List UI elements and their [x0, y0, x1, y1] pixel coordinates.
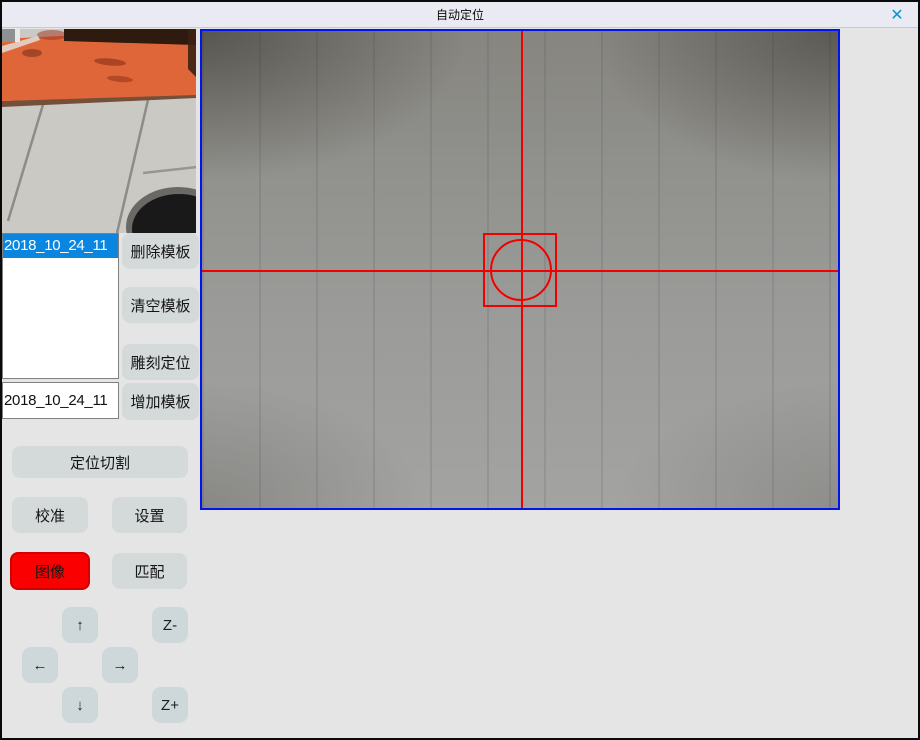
clear-template-button[interactable]: 清空模板 [122, 287, 199, 323]
template-name-input[interactable] [2, 382, 119, 419]
auto-position-dialog: 自动定位 ✕ 2018_10_24_11 删除模板 清空模板 雕 [0, 0, 920, 740]
delete-template-button[interactable]: 删除模板 [122, 233, 199, 269]
jog-z-plus-button[interactable]: Z+ [152, 687, 188, 723]
engrave-position-button[interactable]: 雕刻定位 [122, 344, 199, 380]
match-button[interactable]: 匹配 [112, 553, 187, 589]
image-button-active[interactable]: 图像 [10, 552, 90, 590]
add-template-button[interactable]: 增加模板 [122, 383, 199, 420]
close-icon[interactable]: ✕ [886, 5, 908, 27]
template-list: 2018_10_24_11 [2, 233, 119, 379]
camera-view[interactable] [200, 29, 840, 510]
calibrate-button[interactable]: 校准 [12, 497, 88, 533]
title-bar: 自动定位 ✕ [2, 2, 918, 28]
jog-down-button[interactable]: ↓ [62, 687, 98, 723]
jog-up-button[interactable]: ↑ [62, 607, 98, 643]
settings-button[interactable]: 设置 [112, 497, 187, 533]
match-region-circle [490, 239, 552, 301]
template-list-item[interactable]: 2018_10_24_11 [3, 234, 118, 258]
jog-left-button[interactable]: ← [22, 647, 58, 683]
position-cut-button[interactable]: 定位切割 [12, 446, 188, 478]
jog-z-minus-button[interactable]: Z- [152, 607, 188, 643]
dialog-title: 自动定位 [436, 6, 484, 23]
jog-right-button[interactable]: → [102, 647, 138, 683]
template-thumbnail-image [2, 29, 196, 233]
